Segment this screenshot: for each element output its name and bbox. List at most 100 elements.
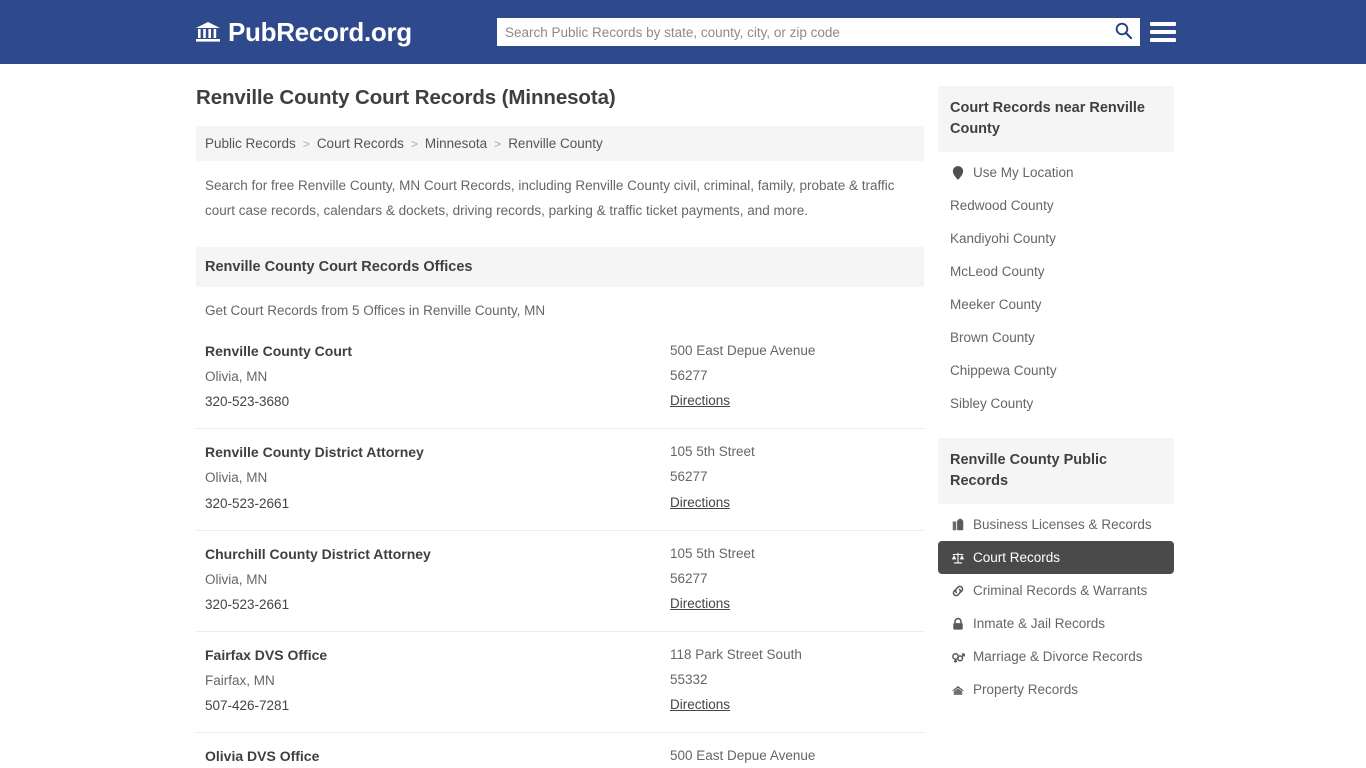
brand-name: PubRecord.org [228,16,412,47]
directions-link[interactable]: Directions [670,490,730,515]
office-zip: 56277 [670,368,708,384]
site-header: PubRecord.org [0,0,1366,64]
office-street: 105 5th Street [670,444,755,460]
house-icon [950,682,965,697]
sidebar-item-label: Sibley County [950,396,1034,412]
sidebar-item-meeker-county[interactable]: Meeker County [938,288,1174,321]
sidebar-item-use-my-location[interactable]: Use My Location [938,156,1174,189]
sidebar-item-kandiyohi-county[interactable]: Kandiyohi County [938,222,1174,255]
sidebar-item-label: Criminal Records & Warrants [973,583,1148,599]
search-bar [497,18,1140,46]
office-city-state: Olivia, MN [205,571,268,587]
sidebar-item-redwood-county[interactable]: Redwood County [938,189,1174,222]
sidebar-item-court-records[interactable]: Court Records [938,541,1174,575]
hamburger-bar [1150,38,1176,42]
breadcrumb-item-renville-county[interactable]: Renville County [508,136,603,151]
office-right-column: 118 Park Street South 55332 Directions [670,642,915,718]
sidebar-item-marriage-divorce-records[interactable]: Marriage & Divorce Records [938,640,1174,673]
sidebar-public-records-list: Business Licenses & Records Court Record… [938,504,1174,706]
office-city-state: Olivia, MN [205,369,268,385]
office-right-column: 105 5th Street 56277 Directions [670,439,915,515]
sidebar-item-label: Use My Location [973,165,1074,181]
sidebar-item-label: Chippewa County [950,363,1057,379]
office-phone: 320-523-3680 [205,394,290,410]
office-row: Renville County Court Olivia, MN 320-523… [196,328,924,430]
brand-logo-link[interactable]: PubRecord.org [195,17,412,48]
office-right-column: 500 East Depue Avenue 56277 Directions [670,338,915,414]
office-street: 500 East Depue Avenue [670,343,816,359]
bank-icon [195,19,221,45]
offices-section-subheading: Get Court Records from 5 Offices in Renv… [205,303,546,319]
search-input[interactable] [497,19,1106,45]
sidebar-item-label: Business Licenses & Records [973,517,1152,533]
sidebar-public-records-heading: Renville County Public Records [938,438,1174,505]
sidebar-item-business-licenses[interactable]: Business Licenses & Records [938,508,1174,541]
office-name: Olivia DVS Office [205,748,320,765]
sidebar-item-label: McLeod County [950,264,1045,280]
directions-link[interactable]: Directions [670,591,730,616]
office-zip: 56277 [670,469,708,485]
office-city-state: Fairfax, MN [205,672,275,688]
intro-description: Search for free Renville County, MN Cour… [205,178,895,218]
search-icon [1114,21,1133,43]
sidebar-item-chippewa-county[interactable]: Chippewa County [938,354,1174,387]
main-column: Renville County Court Records (Minnesota… [196,86,924,768]
office-street: 500 East Depue Avenue [670,748,816,764]
search-button[interactable] [1106,18,1140,46]
hamburger-menu-icon[interactable] [1150,19,1176,45]
breadcrumb-item-minnesota[interactable]: Minnesota [425,136,487,151]
office-left-column: Renville County District Attorney Olivia… [205,439,670,515]
sidebar-item-label: Inmate & Jail Records [973,616,1106,632]
sidebar-nearby-list: Use My Location Redwood County Kandiyohi… [938,152,1174,420]
office-zip: 56277 [670,570,708,586]
breadcrumb-item-court-records[interactable]: Court Records [317,136,404,151]
sidebar-item-inmate-jail-records[interactable]: Inmate & Jail Records [938,607,1174,640]
office-left-column: Olivia DVS Office Olivia, MN 320-523-361… [205,743,670,768]
breadcrumb-separator-icon: > [410,136,418,151]
sidebar-item-label: Redwood County [950,198,1054,214]
sidebar-item-label: Marriage & Divorce Records [973,649,1143,665]
sidebar: Court Records near Renville County Use M… [938,86,1174,768]
office-zip: 55332 [670,671,708,687]
breadcrumb-item-public-records[interactable]: Public Records [205,136,296,151]
sidebar-item-label: Property Records [973,682,1079,698]
breadcrumb-separator-icon: > [494,136,502,151]
hamburger-bar [1150,30,1176,34]
breadcrumb: Public Records > Court Records > Minneso… [196,126,924,161]
office-right-column: 105 5th Street 56277 Directions [670,541,915,617]
map-pin-icon [950,165,965,180]
office-city-state: Olivia, MN [205,470,268,486]
sidebar-item-brown-county[interactable]: Brown County [938,321,1174,354]
gender-symbols-icon [950,649,965,664]
sidebar-item-sibley-county[interactable]: Sibley County [938,387,1174,420]
office-row: Renville County District Attorney Olivia… [196,429,924,531]
sidebar-item-label: Brown County [950,330,1035,346]
sidebar-item-label: Meeker County [950,297,1042,313]
offices-section-heading: Renville County Court Records Offices [196,247,924,288]
sidebar-item-property-records[interactable]: Property Records [938,673,1174,706]
office-right-column: 500 East Depue Avenue 56277 Directions [670,743,915,768]
sidebar-item-label: Kandiyohi County [950,231,1056,247]
sidebar-nearby-heading: Court Records near Renville County [938,86,1174,153]
briefcase-icon [950,517,965,532]
office-name: Renville County Court [205,343,353,360]
office-name: Fairfax DVS Office [205,646,328,663]
office-street: 118 Park Street South [670,646,802,662]
content-container: Renville County Court Records (Minnesota… [196,64,1176,768]
chain-link-icon [950,583,965,598]
directions-link[interactable]: Directions [670,388,730,413]
office-phone: 507-426-7281 [205,698,290,714]
office-left-column: Churchill County District Attorney Olivi… [205,541,670,617]
hamburger-bar [1150,22,1176,26]
page-body: Renville County Court Records (Minnesota… [0,64,1366,768]
office-row: Olivia DVS Office Olivia, MN 320-523-361… [196,733,924,768]
directions-link[interactable]: Directions [670,692,730,717]
office-left-column: Renville County Court Olivia, MN 320-523… [205,338,670,414]
page-title: Renville County Court Records (Minnesota… [196,86,616,109]
office-street: 105 5th Street [670,545,755,561]
sidebar-item-criminal-records[interactable]: Criminal Records & Warrants [938,574,1174,607]
office-row: Fairfax DVS Office Fairfax, MN 507-426-7… [196,632,924,734]
office-name: Renville County District Attorney [205,444,424,461]
sidebar-item-mcleod-county[interactable]: McLeod County [938,255,1174,288]
office-phone: 320-523-2661 [205,495,290,511]
